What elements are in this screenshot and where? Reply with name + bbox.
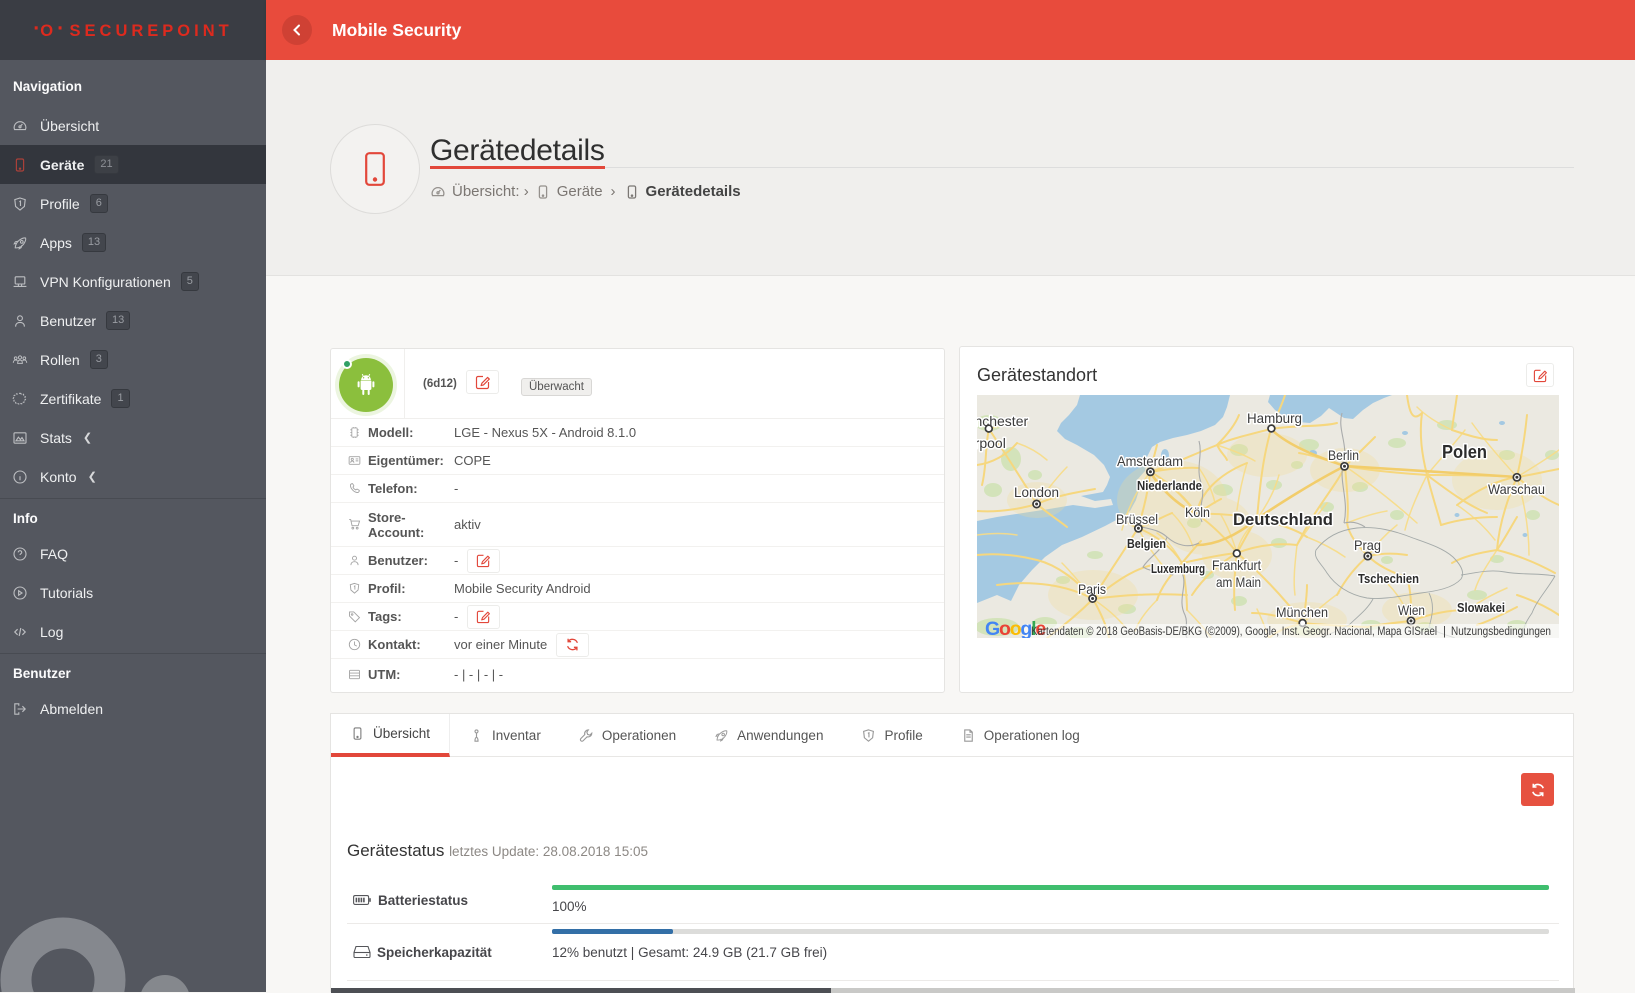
svg-text:Deutschland: Deutschland <box>1233 510 1333 529</box>
svg-text:Hamburg: Hamburg <box>1247 410 1302 426</box>
svg-text:München: München <box>1276 604 1328 620</box>
svg-text:Liverpool: Liverpool <box>977 435 1006 451</box>
svg-text:Kartendaten © 2018 GeoBasis-DE: Kartendaten © 2018 GeoBasis-DE/BKG (©200… <box>1031 626 1437 638</box>
svg-text:Amsterdam: Amsterdam <box>1117 453 1183 469</box>
svg-text:Slowakei: Slowakei <box>1457 600 1505 615</box>
svg-text:Wien: Wien <box>1398 602 1425 618</box>
svg-text:|: | <box>1443 626 1446 638</box>
svg-text:Köln: Köln <box>1185 504 1210 520</box>
svg-text:Berlin: Berlin <box>1328 447 1359 463</box>
svg-text:Luxemburg: Luxemburg <box>1151 562 1205 576</box>
svg-text:Tschechien: Tschechien <box>1358 571 1419 586</box>
svg-text:Nutzungsbedingungen: Nutzungsbedingungen <box>1451 626 1551 638</box>
svg-text:Polen: Polen <box>1442 442 1487 462</box>
svg-text:London: London <box>1014 484 1059 500</box>
svg-text:am Main: am Main <box>1216 574 1261 590</box>
svg-text:Frankfurt: Frankfurt <box>1212 557 1261 573</box>
svg-text:Warschau: Warschau <box>1488 481 1545 497</box>
svg-text:Belgien: Belgien <box>1127 536 1166 551</box>
svg-text:Manchester: Manchester <box>977 413 1028 429</box>
svg-text:Prag: Prag <box>1354 537 1381 553</box>
svg-text:Niederlande: Niederlande <box>1137 478 1202 493</box>
